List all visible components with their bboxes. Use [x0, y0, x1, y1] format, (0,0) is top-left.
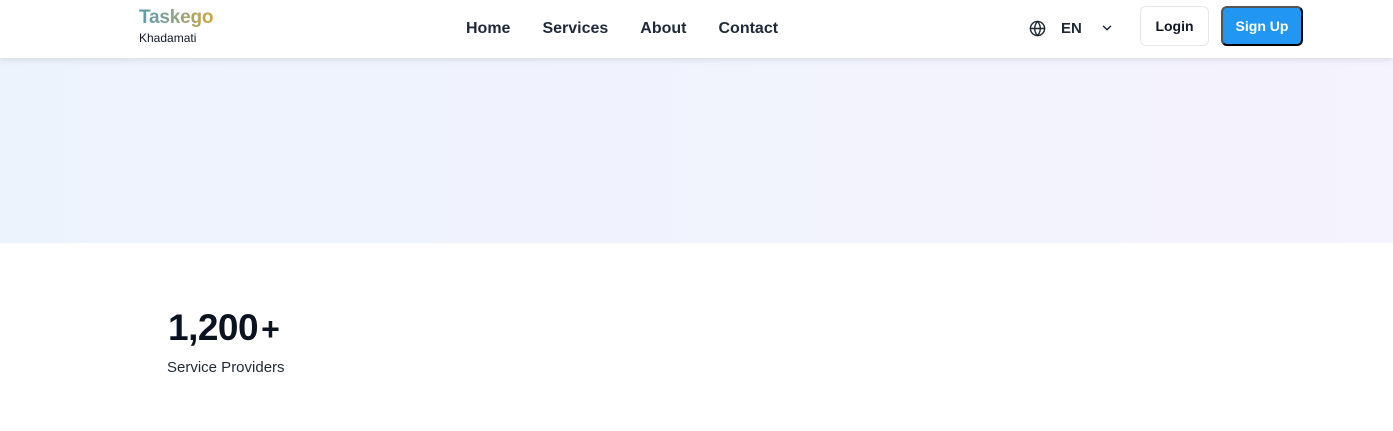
nav-link-services[interactable]: Services — [542, 20, 608, 38]
stat-suffix: + — [261, 311, 280, 347]
language-label: EN — [1061, 19, 1082, 37]
top-navbar: Taskego Khadamati Home Services About Co… — [0, 0, 1393, 58]
main-nav: Home Services About Contact — [466, 0, 810, 58]
language-selector[interactable]: EN — [1029, 17, 1114, 39]
signup-button[interactable]: Sign Up — [1221, 6, 1303, 46]
nav-link-contact[interactable]: Contact — [719, 20, 779, 38]
stat-card: 1,200 + Service Providers — [167, 309, 285, 376]
brand-name: Taskego — [139, 7, 214, 28]
brand-logo[interactable]: Taskego Khadamati — [139, 8, 213, 44]
stat-label: Service Providers — [167, 359, 285, 376]
globe-icon — [1029, 20, 1046, 37]
stat-value: 1,200 + — [168, 309, 285, 346]
nav-link-home[interactable]: Home — [466, 20, 510, 38]
stat-number: 1,200 — [168, 307, 259, 348]
nav-link-about[interactable]: About — [640, 20, 686, 38]
brand-tagline: Khadamati — [139, 31, 197, 45]
login-button[interactable]: Login — [1140, 6, 1209, 46]
hero-banner — [0, 58, 1393, 243]
chevron-down-icon — [1100, 21, 1114, 35]
